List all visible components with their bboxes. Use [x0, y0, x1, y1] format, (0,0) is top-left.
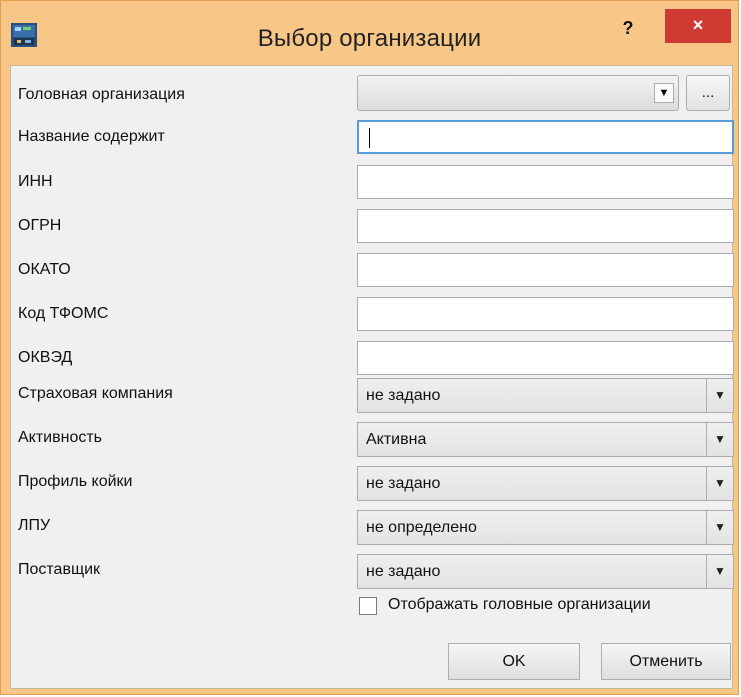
close-button[interactable]: × [665, 9, 731, 43]
activity-combo[interactable]: Активна ▼ [357, 422, 734, 457]
chevron-down-icon[interactable]: ▼ [654, 83, 674, 103]
supplier-label: Поставщик [18, 561, 101, 578]
chevron-down-icon[interactable]: ▼ [706, 467, 733, 500]
okato-label: ОКАТО [18, 261, 71, 278]
browse-button[interactable]: ... [686, 75, 730, 111]
name-label: Название содержит [18, 128, 165, 145]
help-button[interactable]: ? [613, 13, 643, 43]
bed-profile-combo[interactable]: не задано ▼ [357, 466, 734, 501]
cancel-button[interactable]: Отменить [601, 643, 731, 680]
insurance-label: Страховая компания [18, 385, 173, 402]
tfoms-label: Код ТФОМС [18, 305, 109, 322]
chevron-down-icon[interactable]: ▼ [706, 379, 733, 412]
activity-label: Активность [18, 429, 103, 446]
head-org-label: Головная организация [18, 86, 185, 103]
head-org-combo[interactable]: ▼ [357, 75, 679, 111]
show-head-orgs-checkbox[interactable] [359, 597, 377, 615]
supplier-value: не задано [366, 563, 441, 580]
ok-button[interactable]: OK [448, 643, 580, 680]
tfoms-input[interactable] [357, 297, 734, 331]
chevron-down-icon[interactable]: ▼ [706, 511, 733, 544]
text-caret [369, 128, 370, 148]
ogrn-input[interactable] [357, 209, 734, 243]
okved-input[interactable] [357, 341, 734, 375]
activity-value: Активна [366, 431, 427, 448]
chevron-down-icon[interactable]: ▼ [706, 555, 733, 588]
insurance-combo[interactable]: не задано ▼ [357, 378, 734, 413]
bed-profile-label: Профиль койки [18, 473, 133, 490]
lpu-value: не определено [366, 519, 477, 536]
chevron-down-icon[interactable]: ▼ [706, 423, 733, 456]
bed-profile-value: не задано [366, 475, 441, 492]
supplier-combo[interactable]: не задано ▼ [357, 554, 734, 589]
inn-input[interactable] [357, 165, 734, 199]
okved-label: ОКВЭД [18, 349, 73, 366]
inn-label: ИНН [18, 173, 53, 190]
insurance-value: не задано [366, 387, 441, 404]
lpu-combo[interactable]: не определено ▼ [357, 510, 734, 545]
ogrn-label: ОГРН [18, 217, 62, 234]
show-head-orgs-label[interactable]: Отображать головные организации [388, 596, 651, 614]
okato-input[interactable] [357, 253, 734, 287]
title-bar[interactable]: Выбор организации ? × [1, 1, 738, 65]
name-contains-input[interactable] [357, 120, 734, 154]
lpu-label: ЛПУ [18, 517, 51, 534]
